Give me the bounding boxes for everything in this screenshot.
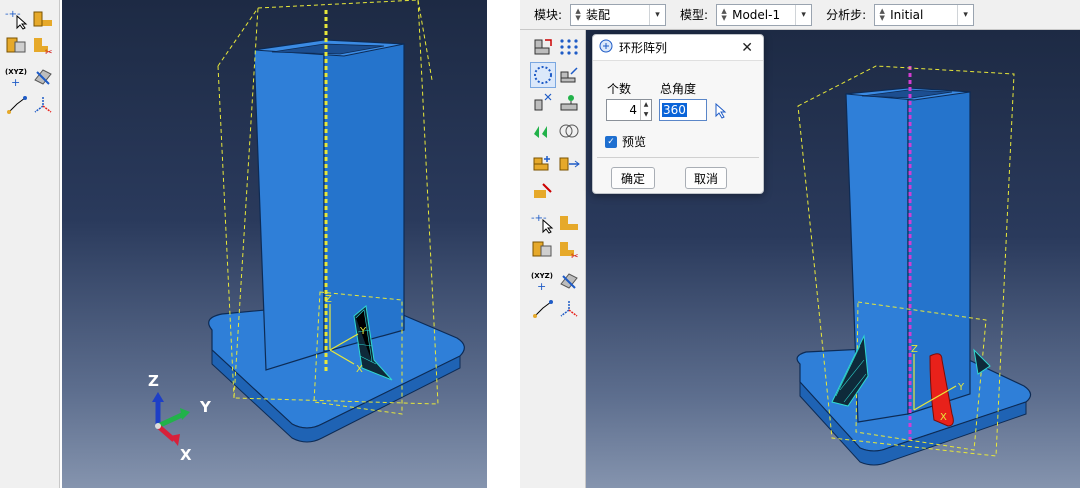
parallel-face-icon[interactable]	[530, 118, 556, 144]
radial-pattern-icon[interactable]	[530, 62, 556, 88]
linear-pattern-icon[interactable]	[4, 32, 30, 58]
edit-feature-icon[interactable]	[530, 178, 556, 204]
left-screenshot: -+- ✂ (XYZ) + Z Y X Z Y X	[0, 0, 487, 488]
svg-text:(XYZ): (XYZ)	[5, 68, 27, 76]
constraint-icon[interactable]	[556, 90, 582, 116]
cut-instance-icon[interactable]: ✂	[556, 236, 582, 262]
module-spin-icon[interactable]: ▲ ▼	[573, 6, 583, 24]
linear-pattern-icon[interactable]	[530, 236, 556, 262]
coaxial-icon[interactable]	[556, 118, 582, 144]
model-value: Model-1	[732, 7, 781, 22]
left-viewport[interactable]: Z Y X Z Y X	[62, 0, 487, 488]
step-label: 分析步:	[826, 8, 867, 22]
radial-pattern-icon	[599, 39, 613, 56]
angle-label: 总角度	[660, 82, 697, 96]
cancel-button[interactable]: 取消	[685, 167, 727, 189]
datum-plane-icon[interactable]	[30, 64, 56, 90]
translate-to-icon[interactable]	[556, 150, 582, 176]
create-instance-icon-2[interactable]: -+-	[530, 210, 556, 236]
create-instance-icon[interactable]: -+-	[4, 6, 30, 32]
chevron-down-icon[interactable]: ▾	[795, 4, 811, 25]
datum-axis-icon[interactable]	[530, 296, 556, 322]
left-local-z-label: Z	[325, 294, 332, 305]
datum-csys-icon[interactable]: (XYZ) +	[4, 64, 30, 90]
step-spin-icon[interactable]: ▲ ▼	[877, 6, 887, 24]
translate-instance-icon[interactable]	[556, 210, 582, 236]
cut-instance-icon[interactable]: ✂	[30, 32, 56, 58]
merge-instance-icon[interactable]	[530, 90, 556, 116]
svg-text:(XYZ): (XYZ)	[531, 272, 553, 280]
preview-checkbox-row[interactable]: ✓ 预览	[605, 133, 646, 150]
angle-input[interactable]: 360	[659, 99, 707, 121]
right-local-x-label: X	[940, 412, 947, 423]
left-local-x-label: X	[356, 364, 363, 375]
dialog-title: 环形阵列	[619, 41, 668, 55]
instance-part-icon[interactable]	[530, 34, 556, 60]
datum-csys-icon[interactable]: (XYZ) +	[530, 268, 556, 294]
chevron-down-icon[interactable]: ▾	[649, 4, 665, 25]
svg-text:+: +	[11, 76, 20, 88]
angle-value: 360	[662, 103, 687, 117]
step-combo[interactable]: ▲ ▼ Initial ▾	[874, 3, 975, 26]
step-value: Initial	[890, 7, 924, 22]
preview-checkbox[interactable]: ✓	[605, 135, 617, 148]
count-value: 4	[629, 103, 637, 117]
module-value: 装配	[586, 8, 611, 22]
module-combo[interactable]: ▲ ▼ 装配 ▾	[570, 3, 667, 26]
right-screenshot: 模块: ▲ ▼ 装配 ▾ 模型: ▲ ▼ Model-1 ▾ 分析步: ▲ ▼ Ini…	[520, 0, 1080, 488]
module-label: 模块:	[534, 8, 563, 22]
count-label: 个数	[607, 82, 632, 96]
model-spin-icon[interactable]: ▲ ▼	[719, 6, 729, 24]
model-label: 模型:	[680, 8, 709, 22]
radial-pattern-dialog: 环形阵列 ✕ 个数 总角度 4 ▲ ▼ 360 ✓ 预览 确定 取消	[592, 34, 764, 194]
context-toolbar: 模块: ▲ ▼ 装配 ▾ 模型: ▲ ▼ Model-1 ▾ 分析步: ▲ ▼ Ini…	[520, 0, 1080, 30]
grid-dots-icon[interactable]	[556, 34, 582, 60]
dialog-title-bar[interactable]: 环形阵列 ✕	[593, 35, 763, 61]
chevron-down-icon[interactable]: ▾	[957, 4, 973, 25]
right-local-z-label: Z	[911, 344, 918, 355]
preview-label: 预览	[622, 135, 647, 149]
datum-point-icon[interactable]	[30, 92, 56, 118]
cursor-pointer-icon	[715, 102, 727, 122]
right-local-y-label: Y	[957, 382, 965, 393]
dialog-divider	[597, 157, 759, 158]
create-instance-icon[interactable]	[530, 150, 556, 176]
ok-button[interactable]: 确定	[611, 167, 655, 189]
svg-text:✂: ✂	[571, 252, 579, 260]
close-icon[interactable]: ✕	[741, 40, 753, 56]
datum-point-icon[interactable]	[556, 296, 582, 322]
rotate-instance-icon[interactable]	[556, 62, 582, 88]
svg-text:✂: ✂	[45, 48, 53, 56]
count-spinbox[interactable]: 4 ▲ ▼	[606, 99, 652, 121]
model-combo[interactable]: ▲ ▼ Model-1 ▾	[716, 3, 813, 26]
triad-y-label: Y	[199, 398, 212, 416]
triad-x-label: X	[180, 446, 192, 464]
triad-z-label: Z	[148, 372, 159, 390]
svg-text:+: +	[537, 280, 546, 292]
left-local-y-label: Y	[359, 326, 367, 337]
left-toolbox: -+- ✂ (XYZ) +	[0, 0, 60, 488]
left-model-canvas: Z Y X Z Y X	[148, 0, 465, 464]
right-toolbox: -+- ✂ (XYZ) +	[520, 30, 586, 488]
count-stepper-icon[interactable]: ▲ ▼	[640, 100, 651, 120]
translate-instance-icon[interactable]	[30, 6, 56, 32]
datum-axis-icon[interactable]	[4, 92, 30, 118]
datum-plane-icon[interactable]	[556, 268, 582, 294]
